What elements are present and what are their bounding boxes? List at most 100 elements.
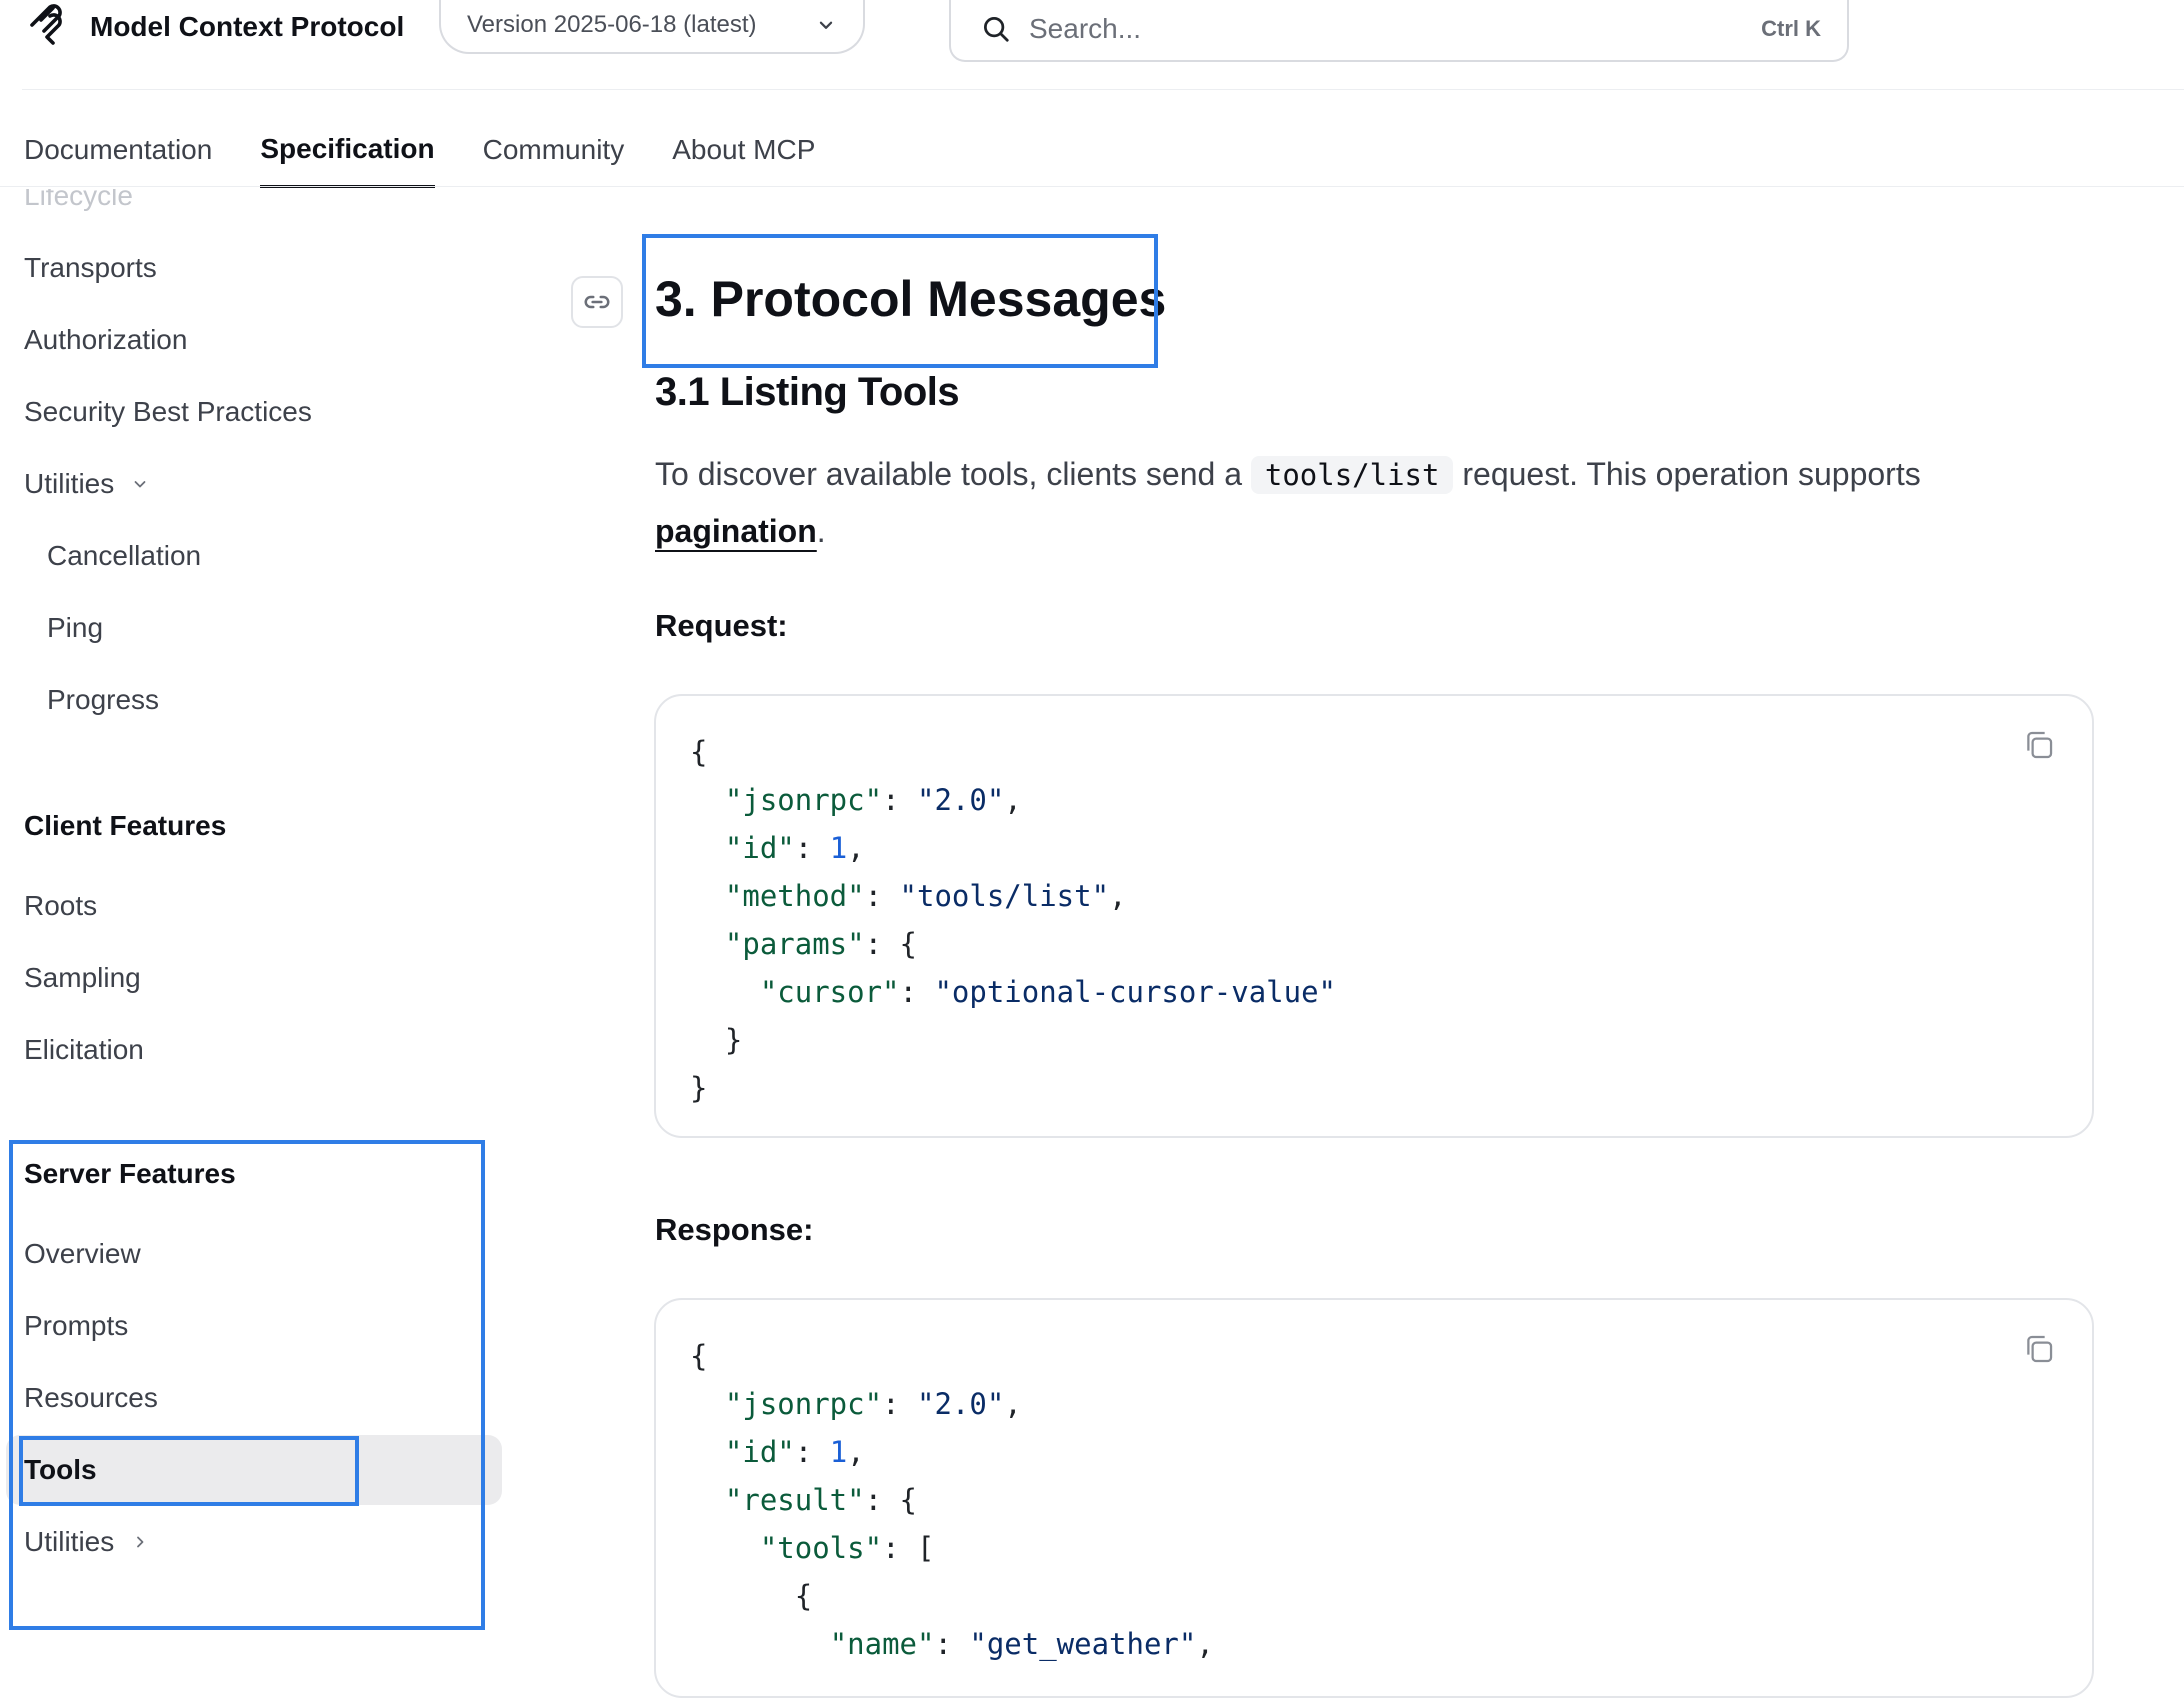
code-token: ,: [847, 1435, 865, 1469]
code-token: :: [882, 783, 917, 817]
logo[interactable]: Model Context Protocol: [26, 0, 404, 54]
response-code-line: "jsonrpc": "2.0",: [690, 1380, 2092, 1428]
code-token: :: [899, 975, 935, 1009]
highlight-server-features: [9, 1140, 485, 1630]
header-divider: [22, 89, 2184, 90]
response-label: Response:: [655, 1212, 814, 1247]
code-token: {: [690, 735, 708, 769]
mcp-logo-icon: [30, 4, 62, 45]
tab-specification[interactable]: Specification: [260, 110, 435, 188]
inline-code: tools/list: [1250, 456, 1454, 494]
code-token: "id": [724, 1435, 795, 1469]
code-token: "id": [724, 831, 795, 865]
code-token: ,: [847, 831, 865, 865]
sidebar-item-elicitation[interactable]: Elicitation: [24, 1034, 144, 1066]
sidebar-item-ping[interactable]: Ping: [47, 612, 103, 644]
response-code-line: "id": 1,: [690, 1428, 2092, 1476]
code-token: ,: [1004, 783, 1022, 817]
code-token: ,: [1109, 879, 1127, 913]
paragraph-text: .: [816, 513, 826, 549]
link-icon: [584, 295, 610, 309]
search-shortcut: Ctrl K: [1761, 16, 1821, 41]
chevron-down-icon: [819, 21, 833, 29]
request-code-line: }: [690, 1016, 2092, 1064]
request-code-line: {: [690, 728, 2092, 776]
version-selector[interactable]: Version 2025-06-18 (latest): [439, 0, 865, 54]
code-token: {: [690, 1579, 813, 1613]
copy-icon[interactable]: [2022, 728, 2056, 762]
sidebar-item-transports[interactable]: Transports: [24, 252, 157, 284]
request-code-line: "params": {: [690, 920, 2092, 968]
tab-community[interactable]: Community: [483, 110, 625, 188]
tab-documentation[interactable]: Documentation: [24, 110, 212, 188]
search-bar[interactable]: Search... Ctrl K: [949, 0, 1849, 62]
response-code: { "jsonrpc": "2.0", "id": 1, "result": {…: [656, 1300, 2092, 1668]
response-code-line: "result": {: [690, 1476, 2092, 1524]
tabs-divider: [0, 186, 2184, 187]
pagination-link[interactable]: pagination: [655, 513, 817, 549]
sidebar-item-utilities[interactable]: Utilities: [24, 468, 148, 500]
version-label: Version 2025-06-18 (latest): [467, 11, 757, 38]
sidebar-item-label: Utilities: [24, 468, 115, 499]
request-code-line: "jsonrpc": "2.0",: [690, 776, 2092, 824]
sidebar-item-sampling[interactable]: Sampling: [24, 962, 141, 994]
request-label: Request:: [655, 608, 788, 643]
sidebar-item-progress[interactable]: Progress: [47, 684, 159, 716]
code-token: "method": [724, 879, 865, 913]
highlight-tools-item: [19, 1436, 359, 1506]
code-token: "optional-cursor-value": [934, 975, 1337, 1009]
request-code-line: }: [690, 1064, 2092, 1112]
request-code: { "jsonrpc": "2.0", "id": 1, "method": "…: [656, 696, 2092, 1112]
sidebar-item-security-best-practices[interactable]: Security Best Practices: [24, 396, 312, 428]
response-code-block: { "jsonrpc": "2.0", "id": 1, "result": {…: [654, 1298, 2094, 1698]
logo-text: Model Context Protocol: [90, 11, 405, 42]
paragraph-text: To discover available tools, clients sen…: [655, 456, 1251, 492]
tab-about-mcp[interactable]: About MCP: [672, 110, 815, 188]
request-code-line: "cursor": "optional-cursor-value": [690, 968, 2092, 1016]
highlight-page-title: [642, 234, 1158, 368]
code-token: :: [882, 1387, 917, 1421]
code-token: }: [690, 1071, 708, 1105]
copy-link-button[interactable]: [571, 276, 623, 328]
code-token: "cursor": [759, 975, 900, 1009]
sidebar-heading-client-features: Client Features: [24, 810, 227, 841]
code-token: "2.0": [916, 1387, 1005, 1421]
response-code-line: {: [690, 1332, 2092, 1380]
response-code-line: {: [690, 1572, 2092, 1620]
response-code-line: "tools": [: [690, 1524, 2092, 1572]
code-token: : [: [882, 1531, 935, 1565]
search-placeholder: Search...: [1029, 13, 1142, 44]
code-token: "get_weather": [969, 1627, 1197, 1661]
sidebar-item-roots[interactable]: Roots: [24, 890, 97, 922]
code-token: }: [690, 1023, 743, 1057]
code-token: "2.0": [916, 783, 1005, 817]
request-code-block: { "jsonrpc": "2.0", "id": 1, "method": "…: [654, 694, 2094, 1138]
code-token: : {: [864, 1483, 917, 1517]
search-icon: [984, 17, 1009, 42]
request-code-line: "id": 1,: [690, 824, 2092, 872]
code-token: "jsonrpc": [724, 783, 883, 817]
code-token: "params": [724, 927, 865, 961]
code-token: 1: [829, 1435, 848, 1469]
paragraph-text: request. This operation supports: [1453, 456, 1921, 492]
code-token: "tools/list": [899, 879, 1110, 913]
code-token: :: [794, 1435, 830, 1469]
nav-tabs: Documentation Specification Community Ab…: [24, 110, 815, 188]
sidebar-item-authorization[interactable]: Authorization: [24, 324, 187, 356]
copy-icon[interactable]: [2022, 1332, 2056, 1366]
sidebar-item-cancellation[interactable]: Cancellation: [47, 540, 201, 572]
code-token: ,: [1196, 1627, 1214, 1661]
code-token: {: [690, 1339, 708, 1373]
code-token: "result": [724, 1483, 865, 1517]
code-token: :: [864, 879, 900, 913]
